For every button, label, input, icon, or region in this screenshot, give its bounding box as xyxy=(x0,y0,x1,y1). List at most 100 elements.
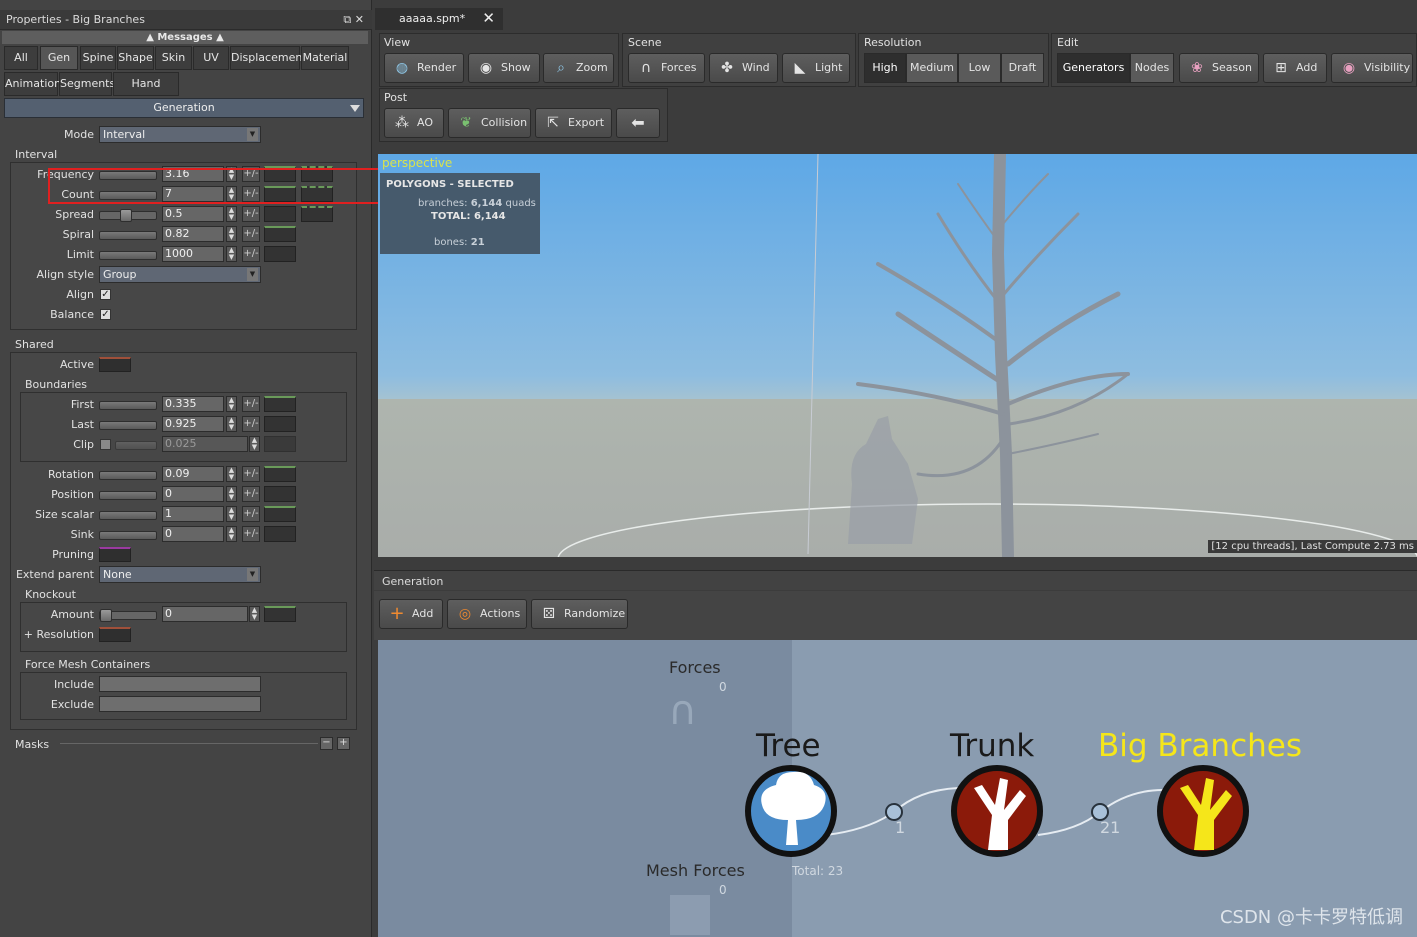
first-slider[interactable] xyxy=(99,401,157,410)
limit-variance-button[interactable]: +/- xyxy=(242,246,260,262)
tab-material[interactable]: Material xyxy=(301,46,349,70)
last-slider[interactable] xyxy=(99,421,157,430)
rotation-slider[interactable] xyxy=(99,471,157,480)
rotation-spinner[interactable]: ▲ ▼ xyxy=(226,466,237,482)
tab-shape[interactable]: Shape xyxy=(117,46,154,70)
amount-slider[interactable] xyxy=(99,609,157,622)
extend-parent-select[interactable]: None ▼ xyxy=(99,566,261,583)
sink-variance-button[interactable]: +/- xyxy=(242,526,260,542)
last-curve[interactable] xyxy=(264,416,296,432)
limit-curve[interactable] xyxy=(264,246,296,262)
amount-slider-knob[interactable] xyxy=(100,609,112,622)
position-slider[interactable] xyxy=(99,491,157,500)
spread-curve-2[interactable] xyxy=(301,206,333,222)
clip-checkbox[interactable] xyxy=(100,439,111,450)
last-spinner[interactable]: ▲ ▼ xyxy=(226,416,237,432)
first-variance-button[interactable]: +/- xyxy=(242,396,260,412)
sink-curve[interactable] xyxy=(264,526,296,542)
generation-section-header[interactable]: Generation xyxy=(4,98,364,118)
include-field[interactable] xyxy=(99,676,261,692)
limit-slider[interactable] xyxy=(99,251,157,260)
tab-spine[interactable]: Spine xyxy=(80,46,116,70)
spiral-curve[interactable] xyxy=(264,226,296,242)
first-field[interactable]: 0.335 xyxy=(162,396,224,412)
last-variance-button[interactable]: +/- xyxy=(242,416,260,432)
amount-curve[interactable] xyxy=(264,606,296,622)
resolution-high[interactable]: High xyxy=(864,53,906,83)
spread-field[interactable]: 0.5 xyxy=(162,206,224,222)
position-spinner[interactable]: ▲ ▼ xyxy=(226,486,237,502)
sink-field[interactable]: 0 xyxy=(162,526,224,542)
active-curve[interactable] xyxy=(99,357,131,372)
spiral-variance-button[interactable]: +/- xyxy=(242,226,260,242)
back-button[interactable]: ⬅ xyxy=(616,108,660,138)
spread-curve[interactable] xyxy=(264,206,296,222)
tab-skin[interactable]: Skin xyxy=(155,46,192,70)
resolution-low[interactable]: Low xyxy=(958,53,1001,83)
spiral-slider[interactable] xyxy=(99,231,157,240)
viewport-3d[interactable]: perspective POLYGONS - SELECTED branches… xyxy=(378,154,1417,557)
size-scalar-slider[interactable] xyxy=(99,511,157,520)
collision-button[interactable]: ❦ Collision xyxy=(448,108,531,138)
spread-spinner[interactable]: ▲ ▼ xyxy=(226,206,237,222)
export-button[interactable]: ⇱ Export xyxy=(535,108,612,138)
edit-generators[interactable]: Generators xyxy=(1057,53,1130,83)
wind-button[interactable]: ✤ Wind xyxy=(709,53,778,83)
position-curve[interactable] xyxy=(264,486,296,502)
rotation-curve[interactable] xyxy=(264,466,296,482)
rotation-variance-button[interactable]: +/- xyxy=(242,466,260,482)
ao-button[interactable]: ⁂ AO xyxy=(384,108,444,138)
panel-float-close-icon[interactable]: ⧉ ✕ xyxy=(343,13,364,27)
position-variance-button[interactable]: +/- xyxy=(242,486,260,502)
spiral-spinner[interactable]: ▲ ▼ xyxy=(226,226,237,242)
tab-uv[interactable]: UV xyxy=(193,46,229,70)
messages-bar[interactable]: ▲ Messages ▲ xyxy=(2,31,368,44)
size-scalar-spinner[interactable]: ▲ ▼ xyxy=(226,506,237,522)
randomize-button[interactable]: ⚄ Randomize xyxy=(531,599,628,629)
tab-displacement[interactable]: Displacement xyxy=(230,46,307,70)
amount-field[interactable]: 0 xyxy=(162,606,248,622)
spread-variance-button[interactable]: +/- xyxy=(242,206,260,222)
first-curve[interactable] xyxy=(264,396,296,412)
forces-button[interactable]: ∩ Forces xyxy=(628,53,705,83)
align-checkbox[interactable]: ✓ xyxy=(100,289,111,300)
mode-select[interactable]: Interval ▼ xyxy=(99,126,261,143)
resolution-curve[interactable] xyxy=(99,627,131,642)
resolution-medium[interactable]: Medium xyxy=(906,53,958,83)
tab-hand-drawn[interactable]: Hand Drawn xyxy=(113,72,179,112)
season-button[interactable]: ❀ Season xyxy=(1179,53,1259,83)
size-scalar-field[interactable]: 1 xyxy=(162,506,224,522)
last-field[interactable]: 0.925 xyxy=(162,416,224,432)
tab-all[interactable]: All xyxy=(4,46,38,70)
limit-spinner[interactable]: ▲ ▼ xyxy=(226,246,237,262)
sink-slider[interactable] xyxy=(99,531,157,540)
limit-field[interactable]: 1000 xyxy=(162,246,224,262)
gen-add-button[interactable]: + Add xyxy=(379,599,443,629)
tab-animation[interactable]: Animation xyxy=(4,72,61,96)
document-tab[interactable]: aaaaa.spm* ✕ xyxy=(375,8,503,30)
sink-spinner[interactable]: ▲ ▼ xyxy=(226,526,237,542)
tab-gen[interactable]: Gen xyxy=(40,46,78,70)
edit-nodes[interactable]: Nodes xyxy=(1130,53,1174,83)
tab-segments[interactable]: Segments xyxy=(59,72,115,96)
size-scalar-curve[interactable] xyxy=(264,506,296,522)
show-button[interactable]: ◉ Show xyxy=(468,53,540,83)
spread-slider-knob[interactable] xyxy=(120,209,132,222)
masks-add-button[interactable]: + xyxy=(337,737,350,750)
zoom-button[interactable]: ⌕ Zoom xyxy=(543,53,614,83)
close-icon[interactable]: ✕ xyxy=(482,9,495,27)
balance-checkbox[interactable]: ✓ xyxy=(100,309,111,320)
pruning-curve[interactable] xyxy=(99,547,131,562)
render-button[interactable]: ◍ Render xyxy=(384,53,464,83)
align-style-select[interactable]: Group ▼ xyxy=(99,266,261,283)
resolution-draft[interactable]: Draft xyxy=(1001,53,1044,83)
spiral-field[interactable]: 0.82 xyxy=(162,226,224,242)
first-spinner[interactable]: ▲ ▼ xyxy=(226,396,237,412)
exclude-field[interactable] xyxy=(99,696,261,712)
position-field[interactable]: 0 xyxy=(162,486,224,502)
size-scalar-variance-button[interactable]: +/- xyxy=(242,506,260,522)
rotation-field[interactable]: 0.09 xyxy=(162,466,224,482)
masks-remove-button[interactable]: − xyxy=(320,737,333,750)
actions-button[interactable]: ◎ Actions xyxy=(447,599,527,629)
amount-spinner[interactable]: ▲ ▼ xyxy=(249,606,260,622)
